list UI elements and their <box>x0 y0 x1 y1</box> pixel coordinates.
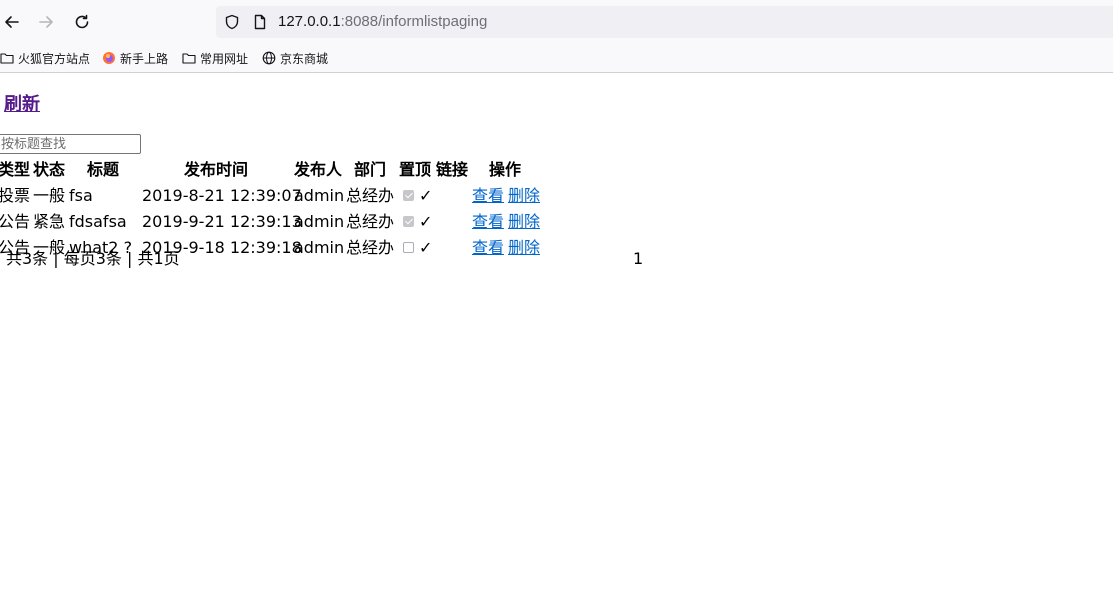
refresh-link[interactable]: 刷新 <box>4 94 40 116</box>
url-text[interactable]: 127.0.0.1:8088/informlistpaging <box>278 12 487 32</box>
cell-department: 总经办 <box>346 186 394 205</box>
delete-link[interactable]: 删除 <box>508 186 540 206</box>
reload-icon <box>75 14 89 29</box>
bookmark-label: 火狐官方站点 <box>18 51 91 66</box>
bookmark-firefox-official[interactable]: 火狐官方站点 <box>0 49 90 67</box>
globe-icon <box>262 51 276 65</box>
page-info-icon[interactable] <box>252 14 268 30</box>
folder-icon <box>182 53 196 64</box>
cell-publisher: admin <box>294 186 345 205</box>
header-time: 发布时间 <box>184 160 249 179</box>
cell-title: fdsafsa <box>69 212 127 231</box>
header-type: 类型 <box>0 160 31 179</box>
cell-publisher: admin <box>294 212 345 231</box>
pinned-checkbox[interactable] <box>403 216 414 227</box>
header-publisher: 发布人 <box>294 160 343 179</box>
bookmark-label: 常用网址 <box>200 51 249 66</box>
header-pinned: 置顶 <box>399 160 432 179</box>
header-title: 标题 <box>87 160 120 179</box>
delete-link[interactable]: 删除 <box>508 212 540 232</box>
pinned-checkbox[interactable] <box>403 190 414 201</box>
pinned-checkbox[interactable] <box>403 242 414 253</box>
bookmark-label: 新手上路 <box>120 51 169 66</box>
reload-button[interactable] <box>70 10 94 34</box>
link-checkmark: ✓ <box>419 212 433 231</box>
url-path: :8088/informlistpaging <box>340 13 488 30</box>
bookmark-common-sites[interactable]: 常用网址 <box>182 49 248 67</box>
cell-department: 总经办 <box>346 238 394 257</box>
tracking-shield-icon[interactable] <box>224 14 240 30</box>
header-department: 部门 <box>354 160 387 179</box>
cell-type: 公告 <box>0 212 31 231</box>
title-search-input[interactable] <box>0 134 141 154</box>
link-checkmark: ✓ <box>419 186 433 205</box>
back-arrow-icon <box>5 16 19 28</box>
page-content: 刷新 类型 状态 标题 发布时间 发布人 部门 置顶 链接 操作 投票 一般 f… <box>0 73 1113 593</box>
address-bar[interactable]: 127.0.0.1:8088/informlistpaging <box>216 6 1113 38</box>
bookmarks-toolbar: 火狐官方站点 新手上路 常用网址 京东商城 <box>0 46 1113 70</box>
header-actions: 操作 <box>489 160 522 179</box>
cell-title: fsa <box>69 186 93 205</box>
url-host: 127.0.0.1 <box>278 13 341 30</box>
bookmark-label: 京东商城 <box>280 51 329 66</box>
bookmark-getting-started[interactable]: 新手上路 <box>102 49 168 67</box>
folder-icon <box>0 53 14 64</box>
view-link[interactable]: 查看 <box>472 238 504 258</box>
view-link[interactable]: 查看 <box>472 212 504 232</box>
cell-status: 一般 <box>33 186 66 205</box>
cell-type: 投票 <box>0 186 31 205</box>
firefox-logo-icon <box>103 52 115 64</box>
cell-time: 2019-8-21 12:39:07 <box>142 186 302 205</box>
view-link[interactable]: 查看 <box>472 186 504 206</box>
forward-button[interactable] <box>34 10 58 34</box>
bookmark-jd-mall[interactable]: 京东商城 <box>262 49 328 67</box>
cell-time: 2019-9-21 12:39:13 <box>142 212 302 231</box>
cell-department: 总经办 <box>346 212 394 231</box>
cell-publisher: admin <box>294 238 345 257</box>
link-checkmark: ✓ <box>419 238 433 257</box>
navigation-toolbar: 127.0.0.1:8088/informlistpaging <box>0 0 1113 44</box>
forward-arrow-icon <box>39 16 53 28</box>
browser-chrome: 127.0.0.1:8088/informlistpaging 火狐官方站点 新… <box>0 0 1113 73</box>
delete-link[interactable]: 删除 <box>508 238 540 258</box>
back-button[interactable] <box>0 10 24 34</box>
cell-status: 紧急 <box>33 212 66 231</box>
header-link: 链接 <box>436 160 469 179</box>
current-page-number[interactable]: 1 <box>633 249 643 269</box>
pagination-summary: 共3条 | 每页3条 | 共1页 <box>6 249 180 268</box>
header-status: 状态 <box>33 160 66 179</box>
